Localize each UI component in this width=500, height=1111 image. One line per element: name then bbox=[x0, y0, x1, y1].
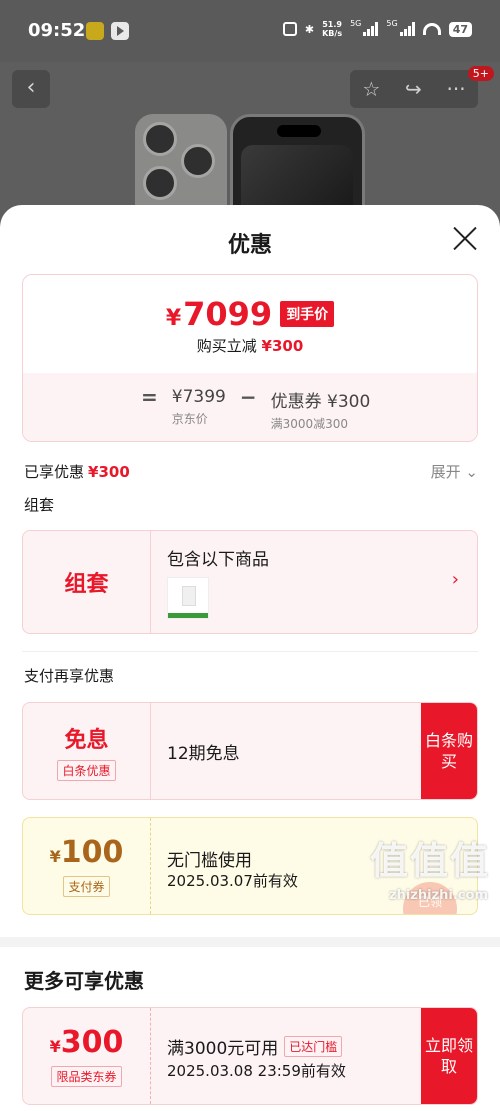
more-icon[interactable]: ··· bbox=[447, 77, 466, 101]
category-coupon-amount: 300 bbox=[60, 1025, 124, 1060]
battery-icon: 47 bbox=[448, 21, 472, 37]
more-discounts-title: 更多可享优惠 bbox=[24, 969, 144, 993]
bluetooth-icon: ✱ bbox=[304, 22, 315, 36]
enjoyed-label: 已享优惠 bbox=[24, 463, 85, 481]
jd-price: ¥7399 bbox=[171, 387, 226, 407]
threshold-reached-badge: 已达门槛 bbox=[284, 1036, 343, 1057]
combo-title: 包含以下商品 bbox=[167, 550, 269, 570]
interest-free-tag: 白条优惠 bbox=[57, 759, 116, 781]
baitiao-buy-button[interactable]: 白条购买 bbox=[421, 703, 477, 799]
discount-sheet: 优惠 ¥ 7099 到手价 购买立减 ¥300 = ¥7399 京东价 − 优惠… bbox=[0, 205, 500, 1111]
claim-coupon-button[interactable]: 立即领取 bbox=[421, 1008, 477, 1104]
share-icon[interactable]: ↪ bbox=[405, 77, 422, 101]
category-coupon-condition: 满3000元可用 bbox=[167, 1039, 279, 1059]
sheet-title: 优惠 bbox=[227, 233, 272, 258]
status-time: 09:52 bbox=[28, 20, 86, 41]
watermark-logo: 值值值 bbox=[369, 839, 490, 883]
pay-section-label: 支付再享优惠 bbox=[24, 667, 115, 685]
combo-item-thumbnail[interactable] bbox=[167, 577, 209, 619]
star-icon[interactable]: ☆ bbox=[362, 77, 380, 101]
pay-coupon-amount: 100 bbox=[60, 835, 124, 870]
top-toolbar: ☆ ↪ ··· bbox=[350, 70, 478, 108]
status-icons: ✱ 51.9 KB/s 5G 5G 47 bbox=[282, 18, 472, 38]
net-speed-value: 51.9 bbox=[322, 20, 342, 29]
mute-icon bbox=[282, 22, 297, 36]
discount-prefix: 购买立减 bbox=[196, 337, 257, 355]
interest-free-text: 12期免息 bbox=[167, 744, 240, 764]
divider bbox=[22, 651, 478, 652]
app-notification-icon bbox=[86, 22, 104, 40]
jd-price-label: 京东价 bbox=[171, 412, 208, 426]
price-formula: = ¥7399 京东价 − 优惠券 ¥300 满3000减300 bbox=[23, 373, 477, 441]
final-price: 7099 bbox=[183, 295, 273, 333]
category-coupon-condition-row: 满3000元可用 已达门槛 bbox=[167, 1034, 343, 1059]
pay-coupon-expiry: 2025.03.07前有效 bbox=[167, 872, 298, 890]
net-speed: 51.9 KB/s bbox=[322, 20, 342, 38]
price-tag: 到手价 bbox=[280, 301, 335, 327]
price-card: ¥ 7099 到手价 购买立减 ¥300 = ¥7399 京东价 − 优惠券 ¥… bbox=[22, 274, 478, 442]
minus-sign: − bbox=[239, 385, 257, 409]
combo-left-label: 组套 bbox=[23, 531, 151, 633]
combo-section-label: 组套 bbox=[24, 496, 55, 514]
coupon-price-label: 满3000减300 bbox=[270, 417, 349, 431]
discount-value: ¥300 bbox=[261, 337, 304, 355]
message-badge: 5+ bbox=[467, 66, 494, 81]
back-button[interactable]: ‹ bbox=[12, 70, 50, 108]
expand-button[interactable]: 展开 ⌄ bbox=[431, 461, 478, 482]
currency-symbol: ¥ bbox=[165, 305, 182, 331]
signal-icon bbox=[363, 22, 379, 36]
coupon-price: 优惠券 ¥300 bbox=[270, 392, 371, 412]
signal-icon bbox=[399, 22, 415, 36]
category-coupon-value: ¥ 300 bbox=[50, 1025, 124, 1060]
final-price-row: ¥ 7099 到手价 bbox=[23, 295, 477, 333]
pay-coupon-condition: 无门槛使用 bbox=[167, 851, 252, 871]
category-coupon-tag: 限品类东券 bbox=[51, 1066, 122, 1087]
category-coupon-card: ¥ 300 限品类东券 满3000元可用 已达门槛 2025.03.08 23:… bbox=[22, 1007, 478, 1105]
chevron-right-icon: › bbox=[451, 569, 459, 590]
net-speed-unit: KB/s bbox=[322, 29, 343, 38]
equals-sign: = bbox=[141, 385, 158, 409]
pay-coupon-tag: 支付券 bbox=[63, 876, 110, 897]
signal1-label: 5G bbox=[350, 18, 362, 28]
wifi-icon bbox=[422, 23, 441, 35]
category-coupon-currency: ¥ bbox=[49, 1037, 61, 1056]
product-hero: ‹ ☆ ↪ ··· 5+ bbox=[0, 62, 500, 222]
play-notification-icon bbox=[111, 22, 129, 40]
enjoyed-value: ¥300 bbox=[88, 463, 130, 481]
combo-card[interactable]: 组套 包含以下商品 › bbox=[22, 530, 478, 634]
pay-coupon-value: ¥ 100 bbox=[50, 835, 124, 870]
category-coupon-expiry: 2025.03.08 23:59前有效 bbox=[167, 1062, 346, 1080]
interest-free-title: 免息 bbox=[64, 727, 109, 753]
close-icon[interactable] bbox=[452, 225, 478, 251]
interest-free-card: 免息 白条优惠 12期免息 白条购买 bbox=[22, 702, 478, 800]
section-gap bbox=[0, 937, 500, 947]
enjoyed-discount: 已享优惠 ¥300 bbox=[24, 461, 130, 482]
signal2-label: 5G bbox=[386, 18, 398, 28]
discount-summary: 购买立减 ¥300 bbox=[23, 335, 477, 356]
pay-coupon-currency: ¥ bbox=[49, 847, 61, 866]
status-bar: 09:52 ✱ 51.9 KB/s 5G 5G 47 bbox=[0, 0, 500, 62]
chevron-left-icon: ‹ bbox=[26, 75, 36, 100]
watermark-url: zhizhizhi.com bbox=[389, 888, 488, 903]
